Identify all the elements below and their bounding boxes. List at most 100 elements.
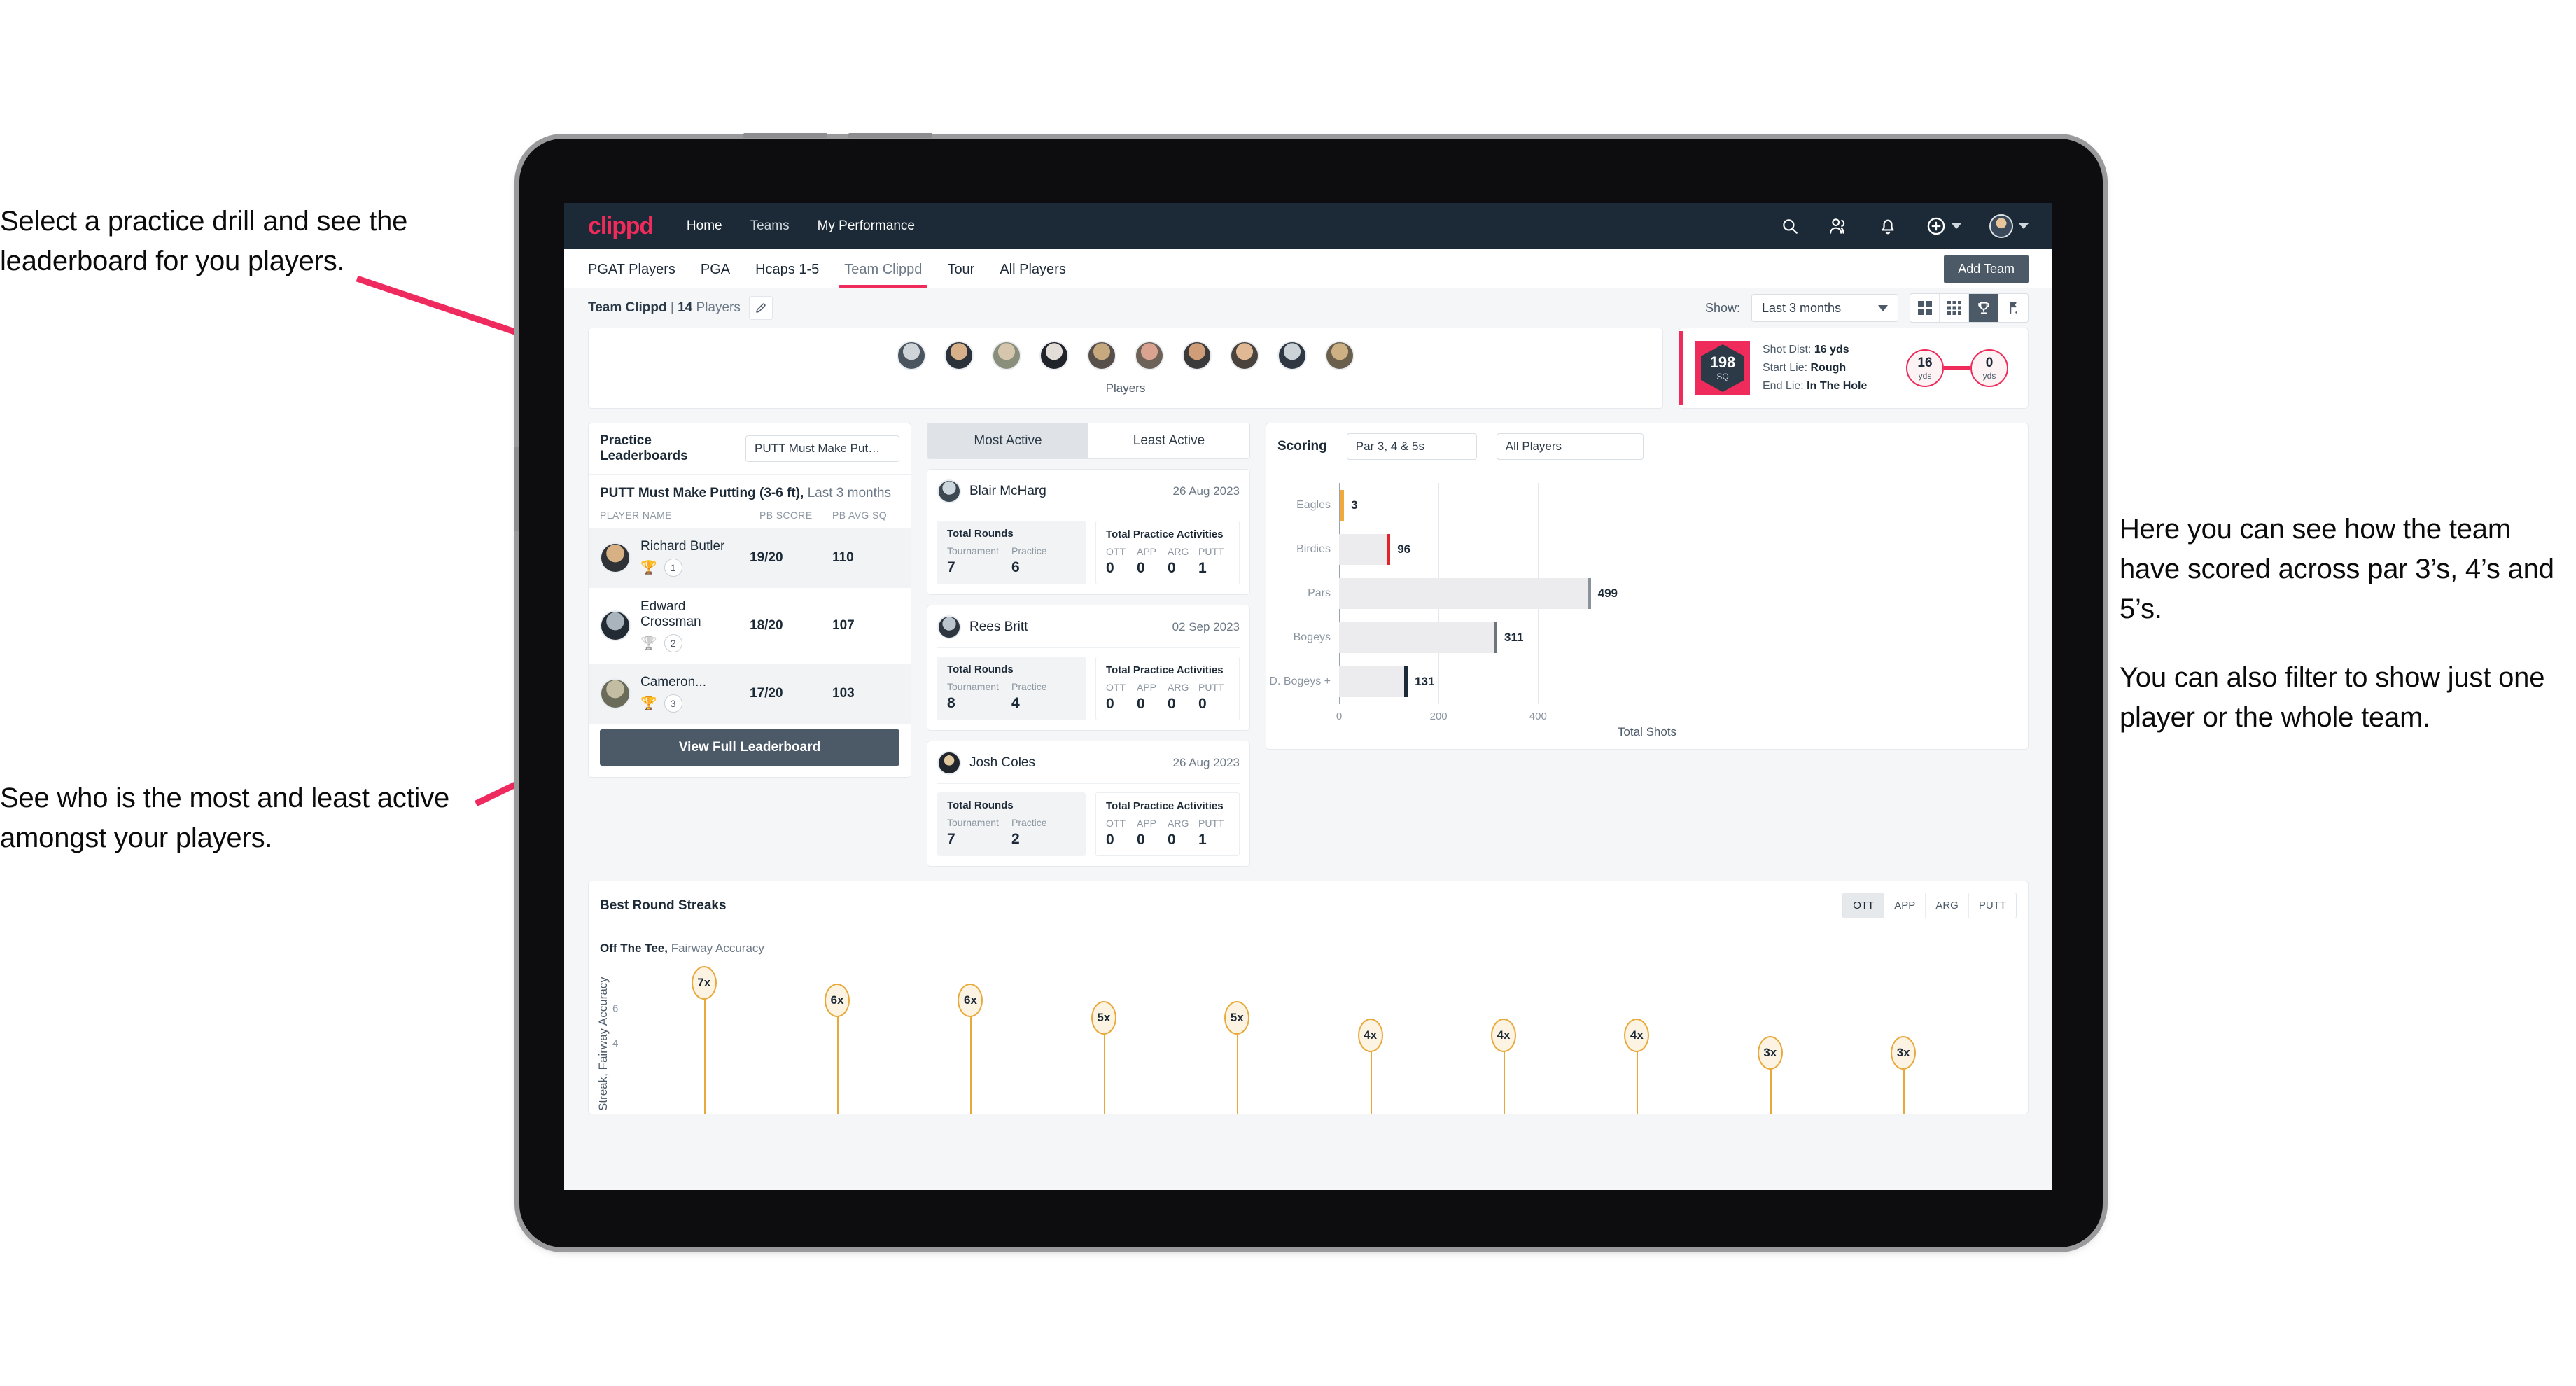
pb-avg-sq: 110 <box>832 550 854 565</box>
pencil-icon[interactable] <box>748 296 773 320</box>
tab-pga[interactable]: PGA <box>688 262 743 288</box>
streaks-tab-arg[interactable]: ARG <box>1926 893 1969 918</box>
add-menu-button[interactable] <box>1926 216 1961 237</box>
clippd-logo[interactable]: clippd <box>588 213 654 240</box>
streaks-header: Best Round Streaks OTT APP ARG PUTT <box>589 881 2028 930</box>
scoring-bar-row: Eagles 3 <box>1296 489 1358 521</box>
drill-range: Last 3 months <box>807 486 891 500</box>
add-team-button[interactable]: Add Team <box>1944 255 2029 284</box>
dots-grid-view-icon[interactable] <box>1940 294 1969 322</box>
streaks-bubble[interactable]: 4x <box>1357 1018 1383 1052</box>
streaks-stem <box>1370 1044 1372 1114</box>
streaks-bubble[interactable]: 4x <box>1491 1018 1517 1052</box>
player-avatar[interactable] <box>1182 341 1212 370</box>
table-row[interactable]: Richard Butler 🏆 1 19/20 110 <box>589 528 911 588</box>
scoring-title: Scoring <box>1278 439 1327 454</box>
annotation-top-left: Select a practice drill and see the lead… <box>0 202 553 281</box>
app-label: APP <box>1137 818 1157 829</box>
total-rounds-title: Total Rounds <box>947 799 1014 811</box>
trophy-view-icon[interactable] <box>1969 294 1998 322</box>
chevron-down-icon <box>1878 304 1888 312</box>
tab-tour[interactable]: Tour <box>934 262 987 288</box>
table-row[interactable]: Edward Crossman 🏆 2 18/20 107 <box>589 588 911 664</box>
team-name: Team Clippd <box>588 300 667 315</box>
best-round-streaks-card: Best Round Streaks OTT APP ARG PUTT Off … <box>588 881 2029 1114</box>
scoring-bar-row: D. Bogeys + 131 <box>1269 666 1434 698</box>
streaks-bubble[interactable]: 6x <box>958 983 983 1017</box>
shot-dist-label: Shot Dist: <box>1763 344 1812 356</box>
player-avatar[interactable] <box>1135 341 1164 370</box>
tab-pgat-players[interactable]: PGAT Players <box>588 262 688 288</box>
player-avatar[interactable] <box>897 341 926 370</box>
player-avatar[interactable] <box>1325 341 1354 370</box>
end-lie-value: In The Hole <box>1807 379 1868 392</box>
row-player: Cameron... 🏆 3 <box>640 675 740 713</box>
tab-team-clippd[interactable]: Team Clippd <box>832 262 934 288</box>
player-filter-select[interactable]: All Players <box>1496 433 1644 460</box>
player-avatar[interactable] <box>1087 341 1116 370</box>
streaks-tab-putt[interactable]: PUTT <box>1969 893 2016 918</box>
streaks-title: Best Round Streaks <box>600 897 727 913</box>
people-icon[interactable] <box>1828 216 1849 237</box>
player-avatar[interactable] <box>992 341 1021 370</box>
view-full-leaderboard-button[interactable]: View Full Leaderboard <box>600 729 899 766</box>
player-name: Josh Coles <box>969 755 1035 770</box>
list-item[interactable]: Blair McHarg 26 Aug 2023 Total Rounds To… <box>927 469 1250 595</box>
nav-link-teams[interactable]: Teams <box>750 218 790 234</box>
streaks-bubble[interactable]: 3x <box>1891 1036 1917 1070</box>
practice-activities-title: Total Practice Activities <box>1106 800 1224 812</box>
list-item[interactable]: Rees Britt 02 Sep 2023 Total Rounds Tour… <box>927 605 1250 731</box>
scoring-bar <box>1339 578 1588 609</box>
streaks-tab-app[interactable]: APP <box>1884 893 1926 918</box>
tab-least-active[interactable]: Least Active <box>1088 424 1250 458</box>
tab-most-active[interactable]: Most Active <box>927 424 1088 458</box>
tournament-label: Tournament <box>947 681 999 692</box>
top-row: Players 198 SQ Shot Dist: 16 yds Start L… <box>588 328 2029 409</box>
golf-flag-view-icon[interactable] <box>1998 294 2028 322</box>
par-filter-select[interactable]: Par 3, 4 & 5s <box>1346 433 1477 460</box>
rank-badge: 2 <box>664 634 682 652</box>
activity-card-body: Total Rounds Tournament 7 Practice 6 Tot… <box>937 521 1240 584</box>
nav-link-home[interactable]: Home <box>687 218 722 234</box>
streaks-tab-ott[interactable]: OTT <box>1843 893 1885 918</box>
table-row[interactable]: Cameron... 🏆 3 17/20 103 <box>589 664 911 724</box>
annotation-right-text-1: Here you can see how the team have score… <box>2120 514 2554 624</box>
tab-all-players[interactable]: All Players <box>987 262 1078 288</box>
list-item[interactable]: Josh Coles 26 Aug 2023 Total Rounds Tour… <box>927 741 1250 867</box>
grid-view-icon[interactable] <box>1910 294 1940 322</box>
nav-right-actions <box>1779 214 2029 238</box>
scoring-x-axis-label: Total Shots <box>1617 725 1677 738</box>
player-avatar[interactable] <box>1278 341 1307 370</box>
streaks-bubble[interactable]: 4x <box>1624 1018 1650 1052</box>
tournament-label: Tournament <box>947 545 999 556</box>
streaks-bubble[interactable]: 5x <box>1091 1001 1116 1035</box>
streaks-bubble[interactable]: 3x <box>1757 1036 1783 1070</box>
dashboard-content: Players 198 SQ Shot Dist: 16 yds Start L… <box>564 328 2052 1114</box>
streaks-stem <box>1237 1026 1239 1114</box>
column-pb-avg-sq: PB AVG SQ <box>832 510 888 521</box>
sq-badge: 198 SQ <box>1695 341 1750 396</box>
player-filter-value: All Players <box>1505 440 1562 453</box>
date-range-select[interactable]: Last 3 months <box>1751 294 1898 322</box>
scoring-x-tick: 200 <box>1429 710 1448 722</box>
streaks-bubble[interactable]: 6x <box>825 983 850 1017</box>
scoring-category-label: D. Bogeys + <box>1269 676 1331 688</box>
streaks-subtitle-rest: Fairway Accuracy <box>671 941 764 955</box>
tab-hcaps-1-5[interactable]: Hcaps 1-5 <box>743 262 832 288</box>
bell-icon[interactable] <box>1877 216 1898 237</box>
drill-select[interactable]: PUTT Must Make Putting ... <box>746 435 899 462</box>
annotation-top-left-text: Select a practice drill and see the lead… <box>0 206 408 276</box>
player-avatar[interactable] <box>1230 341 1259 370</box>
search-icon[interactable] <box>1779 216 1800 237</box>
tournament-value: 7 <box>947 559 955 575</box>
streaks-bubble[interactable]: 7x <box>691 966 717 1000</box>
player-avatar[interactable] <box>1040 341 1069 370</box>
nav-link-my-performance[interactable]: My Performance <box>818 218 915 234</box>
user-menu-button[interactable] <box>1989 214 2029 238</box>
ott-label: OTT <box>1106 818 1126 829</box>
player-avatar[interactable] <box>944 341 974 370</box>
team-label: Team Clippd | 14 Players <box>588 300 741 316</box>
scoring-category-label: Bogeys <box>1293 631 1331 644</box>
main-row: Practice Leaderboards PUTT Must Make Put… <box>588 423 2029 867</box>
streaks-bubble[interactable]: 5x <box>1224 1001 1250 1035</box>
